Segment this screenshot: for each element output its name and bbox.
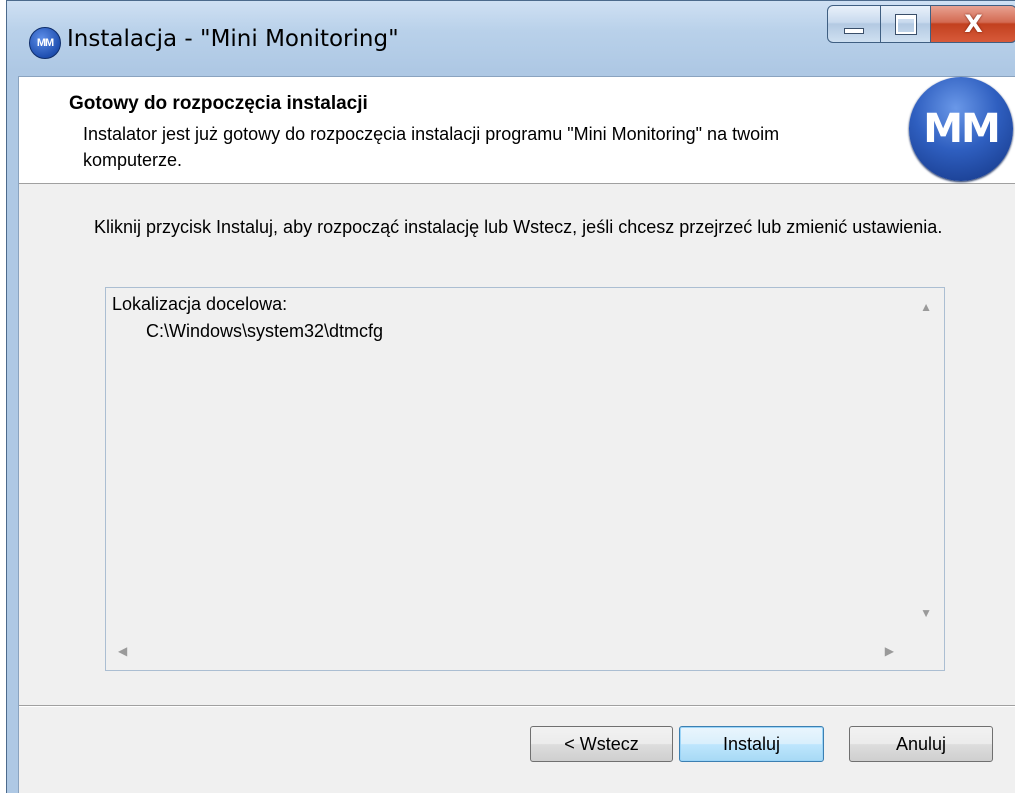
- page-subtitle: Instalator jest już gotowy do rozpoczęci…: [83, 124, 780, 170]
- wizard-client-area: Gotowy do rozpoczęcia instalacji Instala…: [18, 76, 1015, 793]
- instruction-text: Kliknij przycisk Instaluj, aby rozpocząć…: [94, 217, 943, 237]
- close-icon: X: [964, 10, 983, 38]
- footer-separator: [19, 705, 1015, 707]
- horizontal-scrollbar[interactable]: ◀ ▶: [106, 632, 906, 670]
- scroll-up-icon[interactable]: ▲: [920, 300, 932, 314]
- vertical-scrollbar[interactable]: ▲ ▼: [906, 288, 944, 632]
- cancel-button[interactable]: Anuluj: [849, 726, 993, 762]
- mm-logo: MM: [909, 77, 1013, 181]
- scroll-down-icon[interactable]: ▼: [920, 606, 932, 620]
- destination-label: Lokalizacja docelowa:: [112, 294, 288, 314]
- scroll-left-icon[interactable]: ◀: [118, 644, 127, 658]
- window-title: Instalacja - "Mini Monitoring": [67, 26, 399, 52]
- title-bar[interactable]: MM Instalacja - "Mini Monitoring" X: [7, 1, 1015, 77]
- wizard-header: Gotowy do rozpoczęcia instalacji Instala…: [19, 77, 1015, 184]
- maximize-button[interactable]: [881, 5, 931, 43]
- summary-memo[interactable]: Lokalizacja docelowa: C:\Windows\system3…: [105, 287, 945, 671]
- minimize-button[interactable]: [827, 5, 881, 43]
- close-button[interactable]: X: [931, 5, 1015, 43]
- scroll-right-icon[interactable]: ▶: [885, 644, 894, 658]
- page-title: Gotowy do rozpoczęcia instalacji: [69, 93, 368, 114]
- install-button[interactable]: Instaluj: [679, 726, 824, 762]
- destination-path: C:\Windows\system32\dtmcfg: [146, 321, 384, 341]
- app-icon-text: MM: [36, 37, 54, 49]
- back-button[interactable]: < Wstecz: [530, 726, 673, 762]
- window-controls: X: [827, 5, 1015, 45]
- minimize-icon: [844, 28, 864, 34]
- scrollbar-corner: [906, 632, 944, 670]
- app-icon: MM: [29, 27, 61, 59]
- logo-text: MM: [923, 106, 1001, 152]
- maximize-icon: [894, 13, 917, 35]
